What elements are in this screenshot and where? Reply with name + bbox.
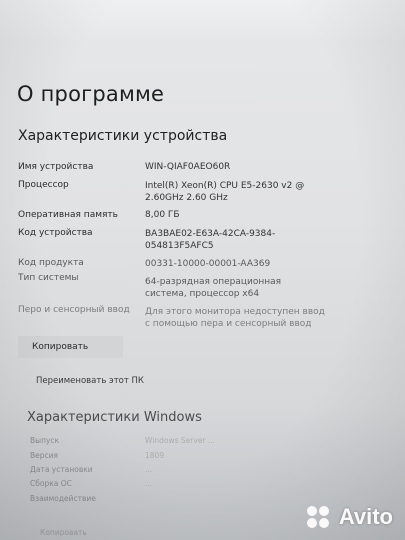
spec-value: WIN-QIAF0AEO60R — [145, 162, 231, 172]
avito-logo-icon — [306, 506, 329, 528]
win-label: Дата установки — [30, 465, 93, 474]
windows-copy-button[interactable]: Копировать — [40, 528, 87, 537]
spec-label: Код устройства — [18, 228, 93, 238]
win-value: ... — [145, 479, 153, 488]
win-label: Выпуск — [30, 436, 60, 445]
spec-label: Перо и сенсорный ввод — [18, 305, 130, 315]
spec-value: 64-разрядная операционная система, проце… — [145, 277, 282, 299]
avito-watermark: Avito — [303, 504, 393, 530]
spec-label: Код продукта — [18, 258, 84, 268]
win-value: Windows Server ... — [145, 436, 215, 445]
spec-label: Процессор — [18, 180, 69, 190]
watermark-text: Avito — [338, 504, 393, 529]
win-label: Сборка ОС — [30, 479, 72, 488]
spec-value: 00331-10000-00001-AA369 — [145, 259, 271, 269]
win-label: Взаимодействие — [30, 494, 96, 503]
win-label: Версия — [30, 451, 59, 460]
device-specs-heading: Характеристики устройства — [18, 128, 228, 144]
spec-label: Имя устройства — [18, 162, 94, 172]
spec-value: Intel(R) Xeon(R) CPU E5-2630 v2 @ 2.60GH… — [145, 181, 305, 203]
spec-value: Для этого монитора недоступен ввод с пом… — [145, 307, 325, 329]
copy-button[interactable]: Копировать — [18, 336, 123, 358]
photo-vignette — [0, 0, 405, 540]
screen: О программе Характеристики устройства Им… — [0, 0, 405, 540]
spec-label: Оперативная память — [18, 210, 118, 220]
spec-value: BA3BAE02-E63A-42CA-9384-054813F5AFC5 — [145, 229, 276, 251]
spec-label: Тип системы — [18, 273, 79, 283]
win-value: ... — [145, 465, 153, 474]
spec-value: 8,00 ГБ — [145, 210, 180, 220]
win-value: 1809 — [145, 451, 165, 460]
rename-pc-link[interactable]: Переименовать этот ПК — [36, 376, 144, 386]
monitor-bezel — [0, 0, 405, 40]
page-title: О программе — [17, 82, 165, 106]
windows-specs-heading: Характеристики Windows — [27, 410, 202, 425]
